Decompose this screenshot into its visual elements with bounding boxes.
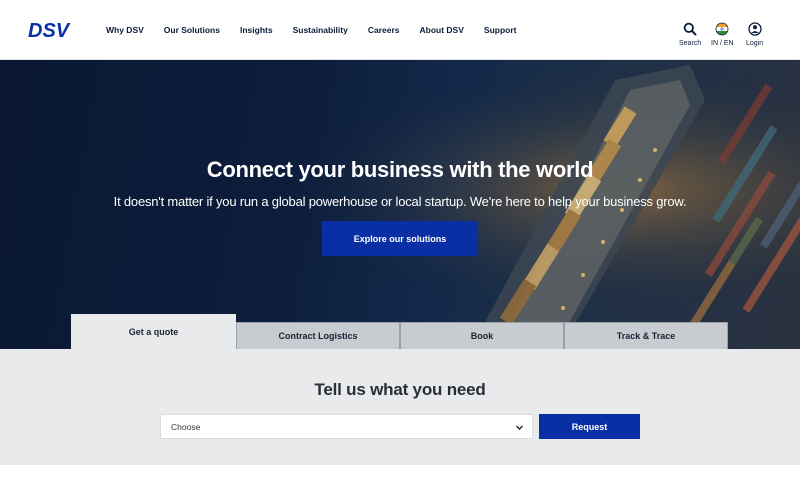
- india-flag-icon: [715, 22, 729, 36]
- nav-item-insights[interactable]: Insights: [240, 25, 273, 35]
- nav-item-about-dsv[interactable]: About DSV: [420, 25, 464, 35]
- nav-item-careers[interactable]: Careers: [368, 25, 400, 35]
- quote-panel: [0, 349, 800, 465]
- need-select-value: Choose: [171, 421, 201, 432]
- login-label: Login: [746, 40, 764, 47]
- site-header: DSV Why DSV Our Solutions Insights Susta…: [0, 0, 800, 60]
- nav-item-our-solutions[interactable]: Our Solutions: [164, 25, 220, 35]
- language-selector[interactable]: IN / EN: [711, 22, 734, 47]
- language-label: IN / EN: [711, 40, 734, 47]
- nav-item-why-dsv[interactable]: Why DSV: [106, 25, 144, 35]
- search-icon: [683, 22, 697, 36]
- search-label: Search: [679, 40, 702, 47]
- login-button[interactable]: Login: [746, 22, 763, 47]
- page-bottom-spacer: [0, 465, 800, 500]
- hero-subtitle: It doesn't matter if you run a global po…: [113, 194, 687, 209]
- tab-book[interactable]: Book: [400, 322, 564, 350]
- tab-get-a-quote[interactable]: Get a quote: [71, 314, 236, 350]
- tab-track-trace[interactable]: Track & Trace: [564, 322, 728, 350]
- search-button[interactable]: Search: [679, 22, 701, 47]
- quote-title: Tell us what you need: [314, 380, 486, 399]
- user-icon: [747, 22, 762, 36]
- nav-item-sustainability[interactable]: Sustainability: [293, 25, 348, 35]
- request-button[interactable]: Request: [539, 414, 640, 439]
- need-select[interactable]: Choose: [160, 414, 533, 439]
- dsv-logo[interactable]: DSV: [28, 20, 78, 40]
- explore-solutions-button[interactable]: Explore our solutions: [322, 221, 478, 256]
- main-nav: Why DSV Our Solutions Insights Sustainab…: [106, 0, 536, 60]
- nav-item-support[interactable]: Support: [484, 25, 517, 35]
- chevron-down-icon: [516, 425, 523, 430]
- tab-contract-logistics[interactable]: Contract Logistics: [236, 322, 400, 350]
- svg-text:DSV: DSV: [28, 20, 71, 40]
- hero-title: Connect your business with the world: [206, 157, 594, 182]
- hero-banner: Connect your business with the world It …: [0, 60, 800, 350]
